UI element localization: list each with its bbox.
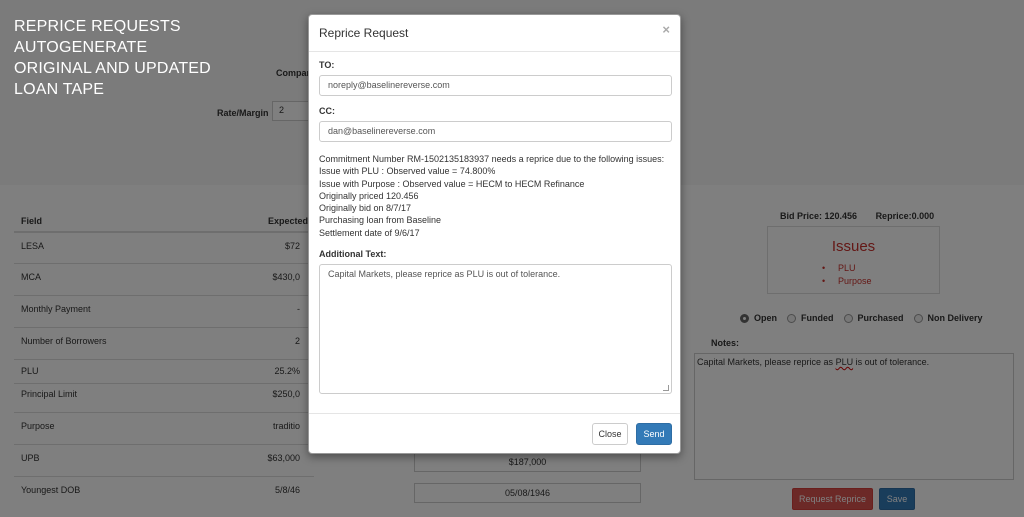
send-button[interactable]: Send	[636, 423, 672, 445]
modal-footer: Close Send	[309, 413, 680, 455]
close-button[interactable]: Close	[592, 423, 628, 445]
additional-text-textarea[interactable]: Capital Markets, please reprice as PLU i…	[319, 264, 672, 394]
annotation-caption: REPRICE REQUESTS AUTOGENERATE ORIGINAL A…	[14, 18, 211, 98]
resize-handle-icon[interactable]	[663, 385, 669, 391]
reprice-request-modal: Reprice Request × TO: noreply@baselinere…	[308, 14, 681, 454]
reprice-message-body: Commitment Number RM-1502135183937 needs…	[319, 154, 665, 238]
to-label: TO:	[319, 60, 335, 70]
to-email-field[interactable]: noreply@baselinereverse.com	[319, 75, 672, 96]
additional-text-label: Additional Text:	[319, 249, 387, 259]
cc-email-field[interactable]: dan@baselinereverse.com	[319, 121, 672, 142]
cc-label: CC:	[319, 106, 335, 116]
close-icon[interactable]: ×	[662, 22, 670, 37]
modal-header: Reprice Request ×	[309, 15, 680, 52]
modal-title: Reprice Request	[319, 26, 409, 40]
